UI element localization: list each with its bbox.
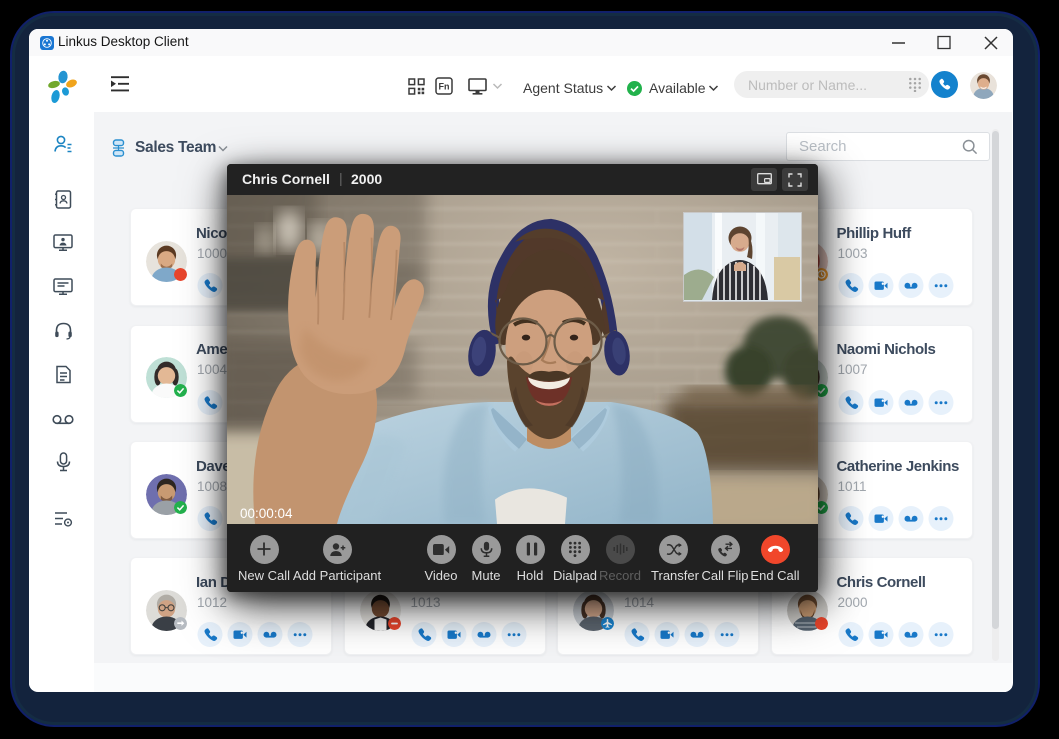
svg-text:Fn: Fn [439,81,450,91]
